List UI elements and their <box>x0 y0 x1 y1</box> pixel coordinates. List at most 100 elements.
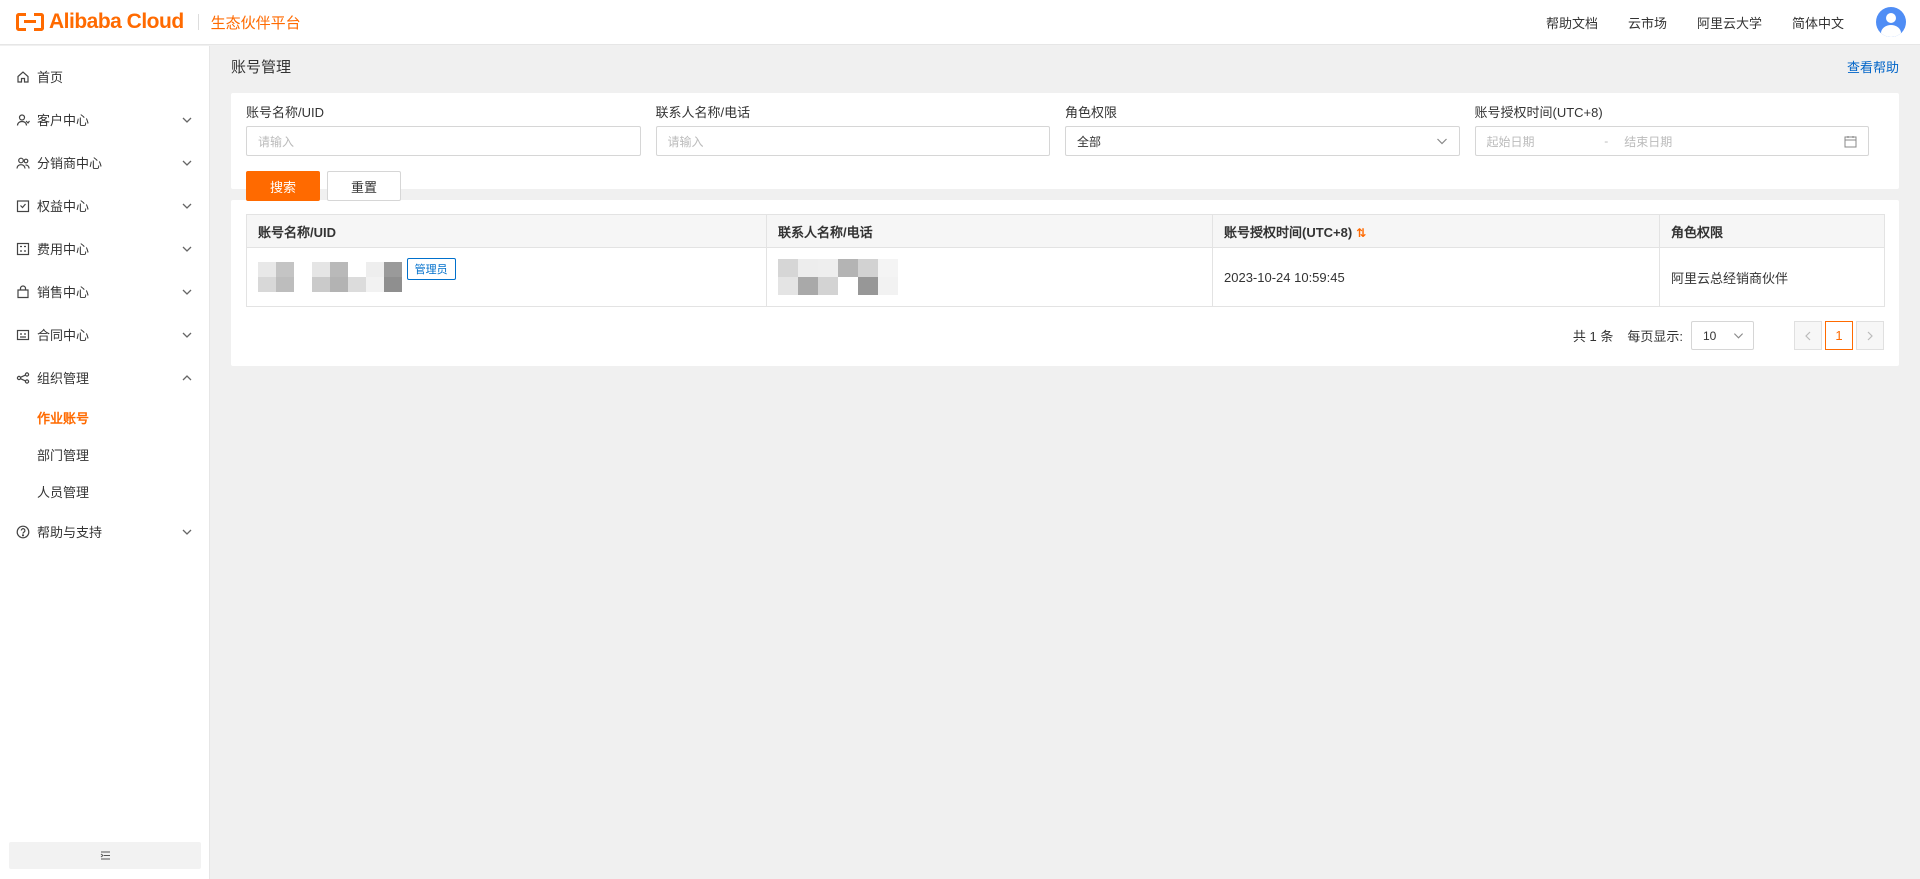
top-nav-marketplace[interactable]: 云市场 <box>1628 13 1667 32</box>
accounts-table: 账号名称/UID 联系人名称/电话 账号授权时间(UTC+8) ⇅ 角色权限 管… <box>246 214 1885 307</box>
sidebar-item-label: 首页 <box>37 70 64 85</box>
top-bar: Alibaba Cloud 生态伙伴平台 帮助文档 云市场 阿里云大学 简体中文 <box>0 0 1920 45</box>
sidebar-item-label: 组织管理 <box>37 371 90 386</box>
sidebar-item-distributor[interactable]: 分销商中心 <box>0 141 209 184</box>
date-range-picker[interactable]: 起始日期 - 结束日期 <box>1474 126 1869 156</box>
cell-role: 阿里云总经销商伙伴 <box>1659 247 1885 307</box>
date-range-separator: - <box>1604 134 1609 148</box>
table-header-row: 账号名称/UID 联系人名称/电话 账号授权时间(UTC+8) ⇅ 角色权限 <box>246 214 1885 248</box>
column-header-auth-time-label: 账号授权时间(UTC+8) <box>1224 224 1353 240</box>
alibaba-cloud-logo-icon <box>16 13 44 31</box>
chevron-down-icon <box>1733 333 1744 339</box>
start-date-input[interactable]: 起始日期 <box>1487 133 1535 150</box>
column-header-account: 账号名称/UID <box>246 214 767 248</box>
chevron-down-icon <box>182 246 192 252</box>
column-header-contact: 联系人名称/电话 <box>766 214 1213 248</box>
prev-page-button[interactable] <box>1794 321 1822 350</box>
contract-icon <box>16 328 30 342</box>
org-icon <box>16 371 30 385</box>
filter-panel: 账号名称/UID 请输入 联系人名称/电话 请输入 角色权限 全部 账号授权时间… <box>231 93 1899 201</box>
role-select-value: 全部 <box>1077 134 1102 149</box>
redacted-account-mosaic <box>258 262 402 292</box>
cell-contact <box>766 247 1213 307</box>
table-row: 管理员 2023-10-24 10:59:45 阿里云总经销商伙伴 <box>246 247 1885 307</box>
column-header-role: 角色权限 <box>1659 214 1885 248</box>
page-header: 账号管理 查看帮助 <box>231 46 1899 86</box>
sidebar-item-customer[interactable]: 客户中心 <box>0 98 209 141</box>
sort-icon[interactable]: ⇅ <box>1356 226 1366 240</box>
page-size-value: 10 <box>1703 328 1717 343</box>
cell-account: 管理员 <box>246 247 767 307</box>
sidebar-item-sales[interactable]: 销售中心 <box>0 270 209 313</box>
user-avatar[interactable] <box>1876 7 1906 37</box>
chevron-down-icon <box>182 529 192 535</box>
redacted-contact-mosaic <box>778 259 898 295</box>
page-number-button[interactable]: 1 <box>1825 321 1853 350</box>
platform-name: 生态伙伴平台 <box>210 14 301 32</box>
sidebar-item-org[interactable]: 组织管理 <box>0 356 209 399</box>
chevron-down-icon <box>182 117 192 123</box>
brand-logo[interactable]: Alibaba Cloud 生态伙伴平台 <box>16 10 301 34</box>
contact-filter: 联系人名称/电话 请输入 <box>655 104 1050 156</box>
pagination: 共 1 条 每页显示: 10 1 <box>246 321 1884 350</box>
calendar-icon <box>1844 135 1857 147</box>
sidebar-item-label: 费用中心 <box>37 242 90 257</box>
billing-icon <box>16 242 30 256</box>
sidebar-item-rights[interactable]: 权益中心 <box>0 184 209 227</box>
sidebar-subitem-work-account[interactable]: 作业账号 <box>0 399 209 436</box>
brand-divider <box>197 14 199 30</box>
account-filter: 账号名称/UID 请输入 <box>246 104 641 156</box>
role-select[interactable]: 全部 <box>1065 126 1460 156</box>
contact-filter-label: 联系人名称/电话 <box>655 105 751 120</box>
sidebar-item-contract[interactable]: 合同中心 <box>0 313 209 356</box>
role-filter-label: 角色权限 <box>1065 105 1118 120</box>
top-nav-language[interactable]: 简体中文 <box>1792 13 1844 32</box>
sidebar-item-label: 客户中心 <box>37 113 90 128</box>
per-page-label: 每页显示: <box>1627 329 1683 344</box>
chevron-right-icon <box>1867 331 1873 340</box>
sidebar-subitem-staff[interactable]: 人员管理 <box>0 473 209 510</box>
view-help-link[interactable]: 查看帮助 <box>1847 57 1899 76</box>
column-header-auth-time[interactable]: 账号授权时间(UTC+8) ⇅ <box>1212 214 1660 248</box>
admin-badge: 管理员 <box>406 258 456 280</box>
time-filter-label: 账号授权时间(UTC+8) <box>1474 105 1603 120</box>
chevron-down-icon <box>182 160 192 166</box>
page-title: 账号管理 <box>231 58 292 76</box>
collapse-menu-icon <box>100 851 110 860</box>
contact-input[interactable]: 请输入 <box>655 126 1050 156</box>
customer-icon <box>16 113 30 127</box>
rights-icon <box>16 199 30 213</box>
sidebar-item-label: 合同中心 <box>37 328 90 343</box>
sidebar-item-billing[interactable]: 费用中心 <box>0 227 209 270</box>
end-date-input[interactable]: 结束日期 <box>1624 133 1774 150</box>
chevron-down-icon <box>182 289 192 295</box>
chevron-down-icon <box>182 332 192 338</box>
next-page-button[interactable] <box>1856 321 1884 350</box>
page-size-select[interactable]: 10 <box>1691 321 1754 350</box>
sidebar-item-label: 权益中心 <box>37 199 90 214</box>
search-button[interactable]: 搜索 <box>246 171 320 201</box>
home-icon <box>16 70 30 84</box>
reset-button[interactable]: 重置 <box>327 171 401 201</box>
sidebar-item-label: 分销商中心 <box>37 156 103 171</box>
top-nav-university[interactable]: 阿里云大学 <box>1697 13 1762 32</box>
main-content: 账号管理 查看帮助 账号名称/UID 请输入 联系人名称/电话 请输入 角色权限… <box>231 46 1899 366</box>
sidebar-item-label: 帮助与支持 <box>37 525 103 540</box>
chevron-up-icon <box>182 374 192 380</box>
sidebar-collapse-button[interactable] <box>9 842 201 869</box>
sidebar-item-label: 销售中心 <box>37 285 90 300</box>
account-filter-label: 账号名称/UID <box>246 105 325 120</box>
sidebar-item-help-support[interactable]: 帮助与支持 <box>0 510 209 553</box>
sidebar-subitem-department[interactable]: 部门管理 <box>0 436 209 473</box>
cell-auth-time: 2023-10-24 10:59:45 <box>1212 247 1660 307</box>
account-input[interactable]: 请输入 <box>246 126 641 156</box>
brand-name: Alibaba Cloud <box>49 10 184 33</box>
total-count: 共 1 条 <box>1572 329 1614 344</box>
sales-icon <box>16 284 30 299</box>
chevron-down-icon <box>1436 138 1447 145</box>
role-filter: 角色权限 全部 <box>1065 104 1460 156</box>
sidebar-item-home[interactable]: 首页 <box>0 55 209 98</box>
sidebar: 首页 客户中心 分销商中心 权益中心 费用中心 销售中心 合同中心 组织管理 作… <box>0 46 210 879</box>
top-nav: 帮助文档 云市场 阿里云大学 简体中文 <box>1516 0 1920 45</box>
top-nav-help-docs[interactable]: 帮助文档 <box>1546 13 1598 32</box>
